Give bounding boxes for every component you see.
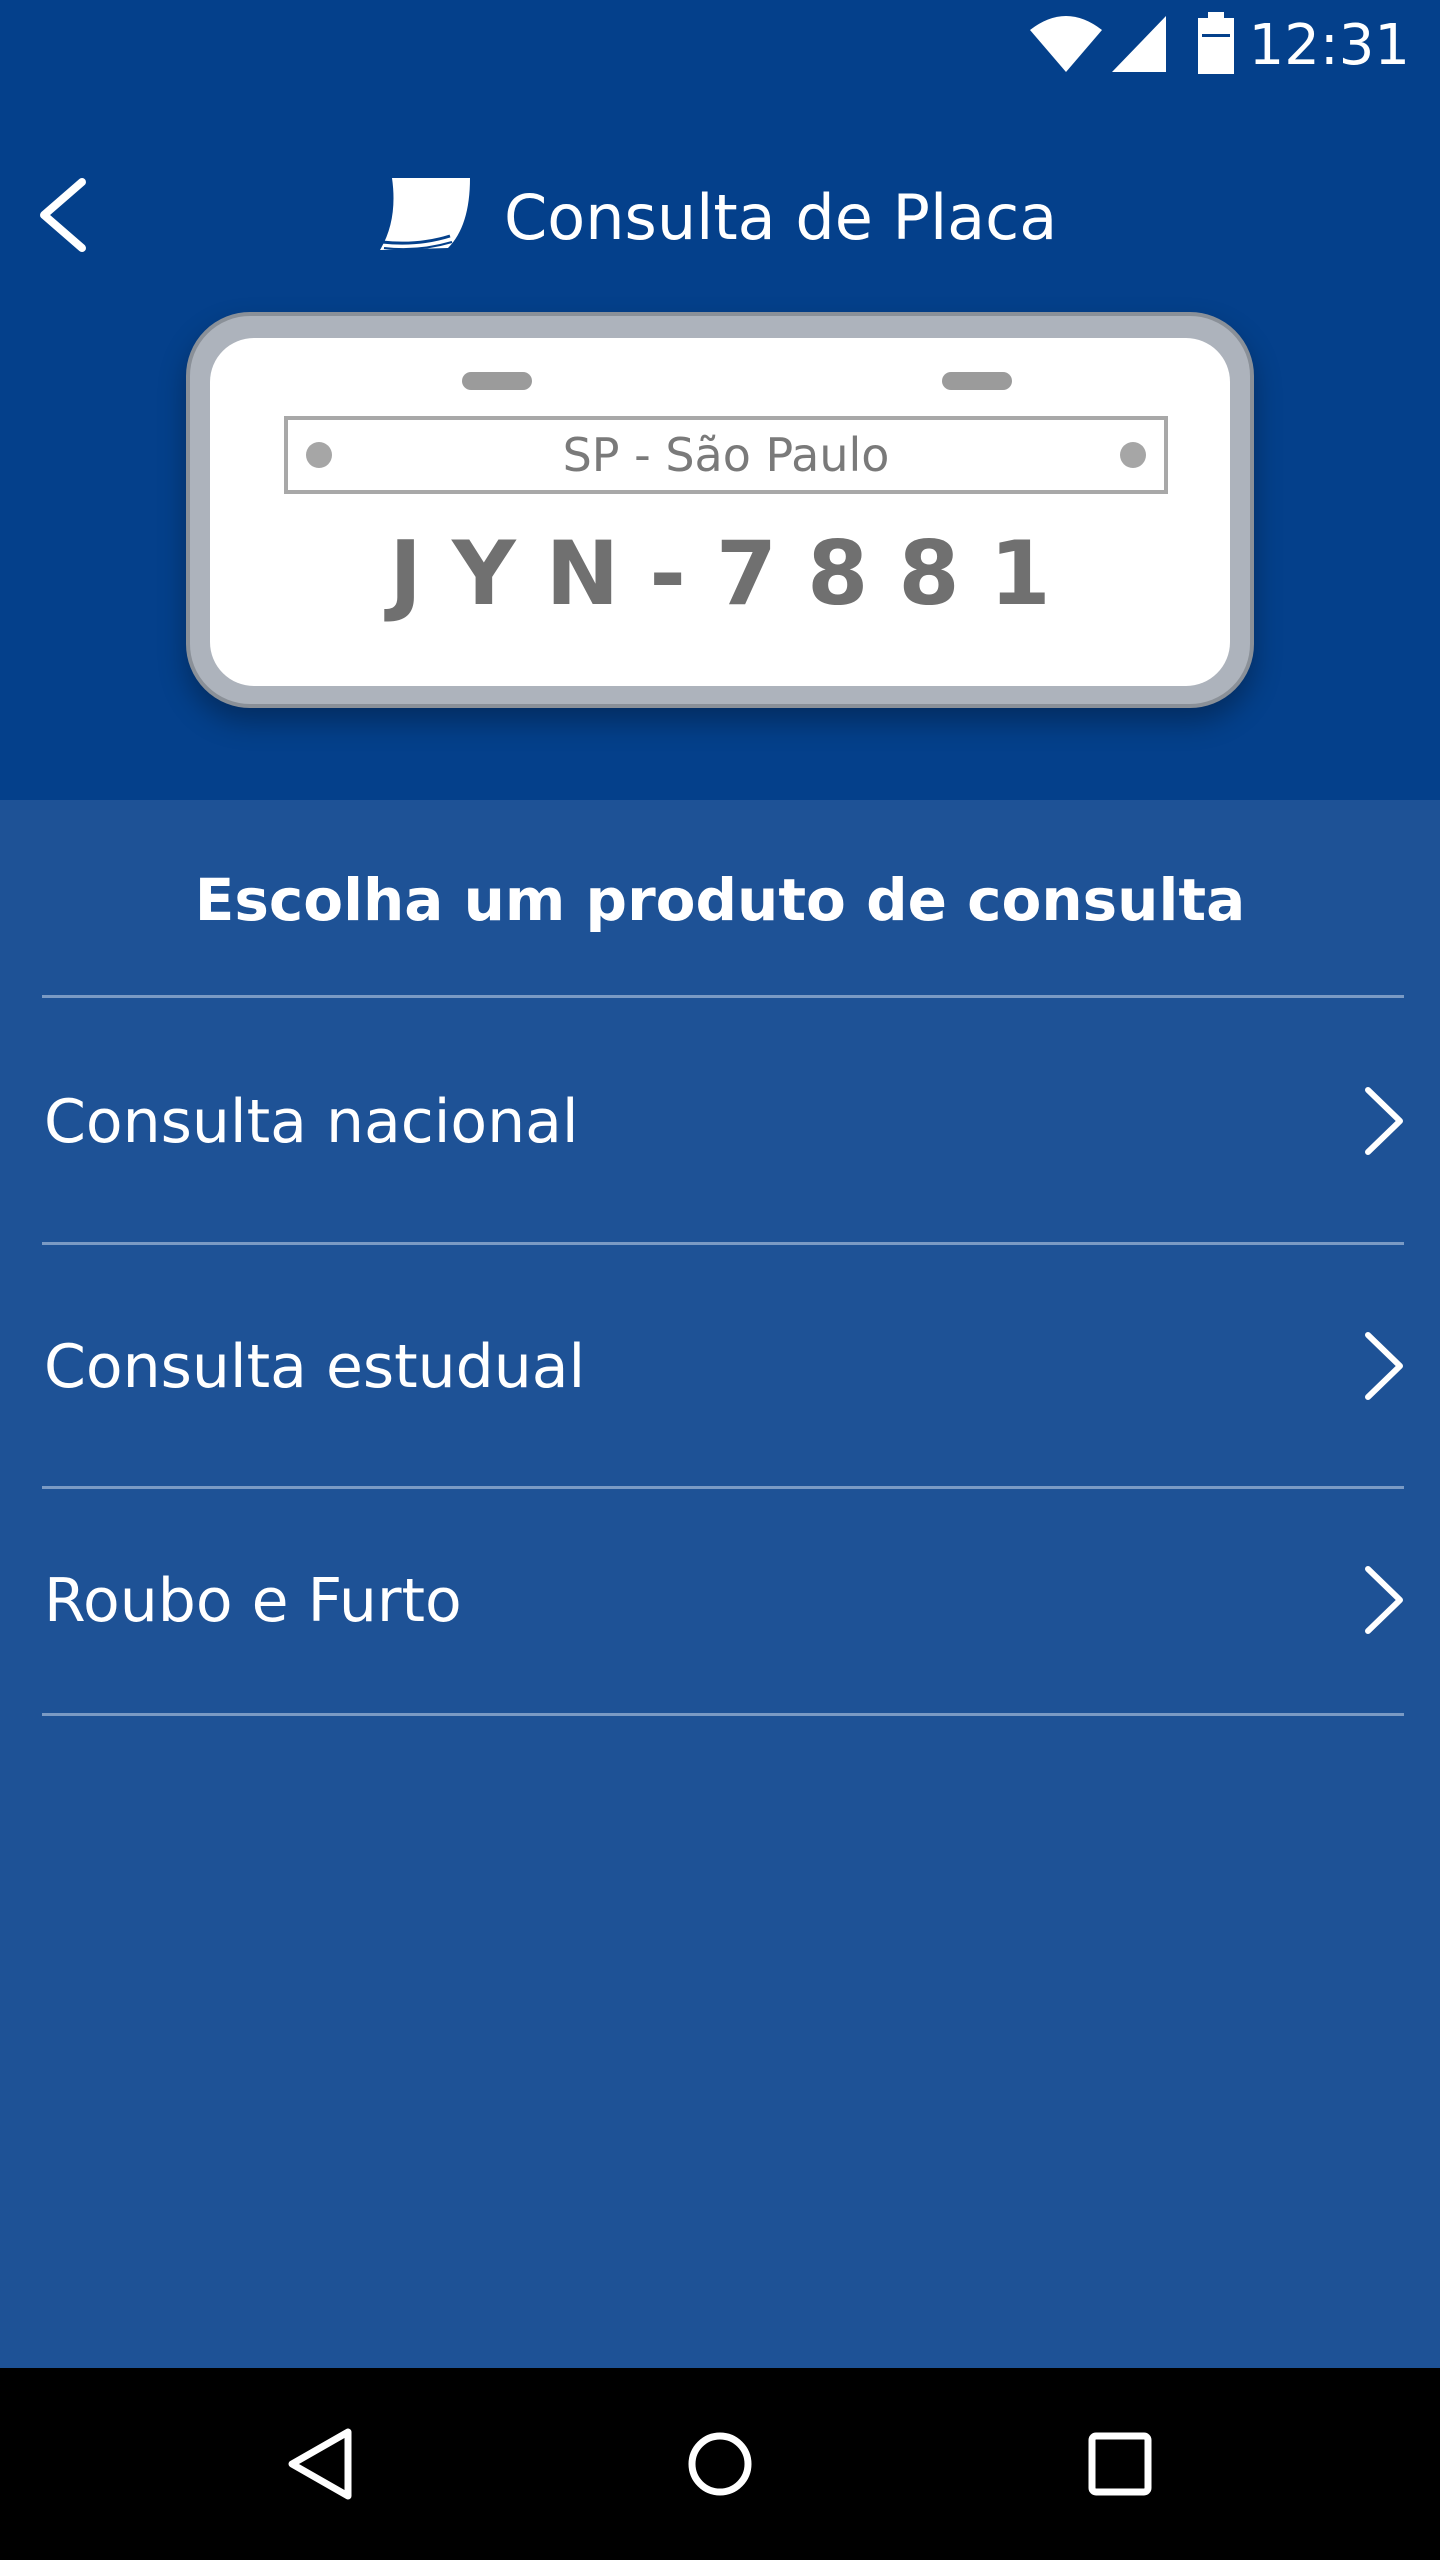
product-item-consulta-nacional[interactable]: Consulta nacional [0, 998, 1440, 1242]
status-bar: 12:31 [0, 0, 1440, 92]
back-arrow-icon [40, 178, 86, 252]
product-item-roubo-e-furto[interactable]: Roubo e Furto [0, 1489, 1440, 1713]
app-logo-icon [380, 178, 470, 251]
product-item-label: Consulta estudual [44, 1332, 586, 1402]
product-item-label: Roubo e Furto [44, 1566, 462, 1636]
header-area: 12:31 Consulta de Placa SP - São Paulo J… [0, 0, 1440, 800]
battery-icon [1198, 12, 1234, 74]
license-plate: SP - São Paulo JYN-7881 [186, 312, 1254, 708]
plate-mount-slot-right [942, 372, 1012, 390]
back-triangle-icon[interactable] [270, 2414, 370, 2514]
cell-signal-icon [1112, 16, 1166, 72]
toolbar-title: Consulta de Placa [504, 181, 1058, 254]
plate-state: SP - São Paulo [562, 428, 890, 482]
product-item-consulta-estudual[interactable]: Consulta estudual [0, 1245, 1440, 1486]
system-nav-bar [0, 2368, 1440, 2560]
chevron-right-icon [1365, 1332, 1403, 1400]
products-title: Escolha um produto de consulta [194, 866, 1246, 934]
plate-state-box: SP - São Paulo [284, 416, 1168, 494]
chevron-right-icon [1365, 1087, 1403, 1155]
back-button[interactable] [20, 170, 110, 260]
toolbar: Consulta de Placa [0, 140, 1440, 290]
status-time: 12:31 [1248, 13, 1410, 78]
plate-number: JYN-7881 [389, 522, 1081, 625]
wifi-icon [1030, 16, 1102, 72]
home-circle-icon[interactable] [670, 2414, 770, 2514]
chevron-right-icon [1365, 1566, 1403, 1634]
recents-square-icon[interactable] [1070, 2414, 1170, 2514]
license-plate-face: SP - São Paulo JYN-7881 [210, 338, 1230, 686]
product-item-label: Consulta nacional [44, 1087, 579, 1157]
divider [42, 1713, 1404, 1716]
plate-mount-slot-left [462, 372, 532, 390]
